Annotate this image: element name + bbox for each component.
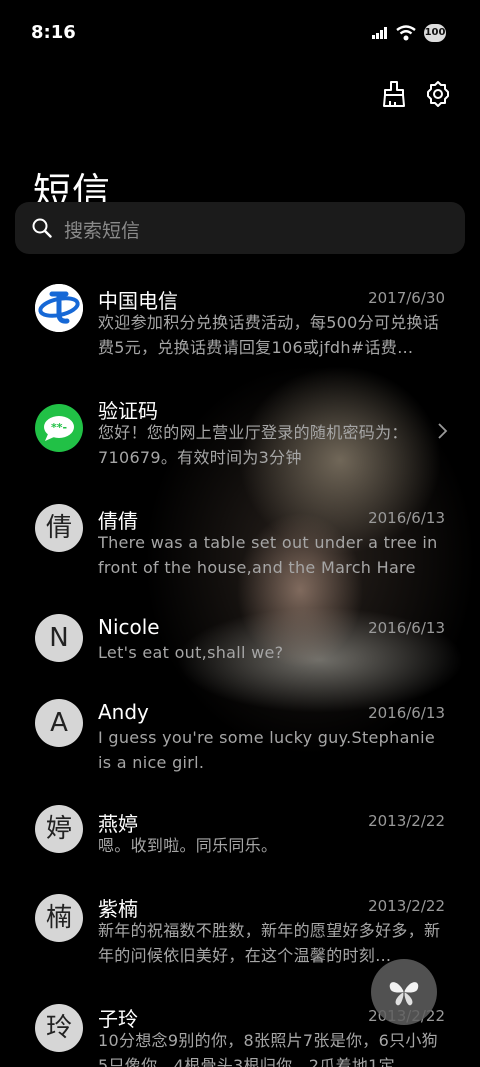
avatar: 婷 — [35, 805, 83, 853]
message-preview: I guess you're some lucky guy.Stephanie … — [98, 728, 436, 772]
search-placeholder: 搜索短信 — [64, 220, 141, 242]
avatar: **- — [35, 404, 83, 452]
message-preview: There was a table set out under a tree i… — [98, 533, 438, 577]
search-input[interactable]: 搜索短信 — [15, 202, 465, 254]
status-time: 8:16 — [31, 22, 76, 43]
clean-brush-icon[interactable] — [380, 80, 408, 108]
message-date: 2013/2/22 — [368, 897, 445, 915]
message-date: 2013/2/22 — [368, 812, 445, 830]
avatar: A — [35, 699, 83, 747]
message-date: 2017/6/30 — [368, 289, 445, 307]
conversation-item[interactable]: A Andy 2016/6/13 I guess you're some luc… — [0, 685, 480, 790]
conversation-item[interactable]: N Nicole 2016/6/13 Let's eat out,shall w… — [0, 600, 480, 680]
message-preview: 嗯。收到啦。同乐同乐。 — [98, 836, 278, 855]
search-icon — [32, 218, 52, 238]
settings-gear-icon[interactable] — [424, 80, 452, 108]
avatar: 楠 — [35, 894, 83, 942]
wifi-icon — [396, 25, 416, 41]
avatar: N — [35, 614, 83, 662]
signal-icon — [372, 27, 387, 39]
contact-name: Andy — [98, 700, 149, 724]
conversation-item[interactable]: 中国电信 2017/6/30 欢迎参加积分兑换话费活动，每500分可兑换话费5元… — [0, 270, 480, 375]
message-preview: 您好！您的网上营业厅登录的随机密码为：710679。有效时间为3分钟 — [98, 423, 408, 467]
conversation-item[interactable]: 婷 燕婷 2013/2/22 嗯。收到啦。同乐同乐。 — [0, 795, 480, 875]
conversation-item[interactable]: **- 验证码 您好！您的网上营业厅登录的随机密码为：710679。有效时间为3… — [0, 380, 480, 485]
compose-fab-button[interactable] — [371, 959, 437, 1025]
message-date: 2016/6/13 — [368, 619, 445, 637]
status-bar: 8:16 100 — [0, 0, 480, 68]
contact-name: Nicole — [98, 615, 160, 639]
message-preview: 欢迎参加积分兑换话费活动，每500分可兑换话费5元，兑换话费请回复106或jfd… — [98, 313, 440, 357]
battery-indicator: 100 — [424, 24, 446, 42]
china-telecom-logo-icon — [35, 284, 83, 332]
status-icons: 100 — [372, 24, 446, 42]
avatar: 玲 — [35, 1004, 83, 1052]
avatar — [35, 284, 83, 332]
top-actions — [380, 80, 452, 108]
message-date: 2016/6/13 — [368, 704, 445, 722]
conversation-item[interactable]: 倩 倩倩 2016/6/13 There was a table set out… — [0, 490, 480, 595]
butterfly-icon — [389, 982, 419, 1006]
svg-text:**-: **- — [51, 421, 67, 434]
message-date: 2016/6/13 — [368, 509, 445, 527]
avatar: 倩 — [35, 504, 83, 552]
message-preview: 10分想念9别的你，8张照片7张是你，6只小狗5只像你，4根骨头3根归你，2爪着… — [98, 1031, 438, 1067]
message-preview: Let's eat out,shall we? — [98, 643, 284, 662]
message-bubble-icon: **- — [44, 416, 74, 441]
